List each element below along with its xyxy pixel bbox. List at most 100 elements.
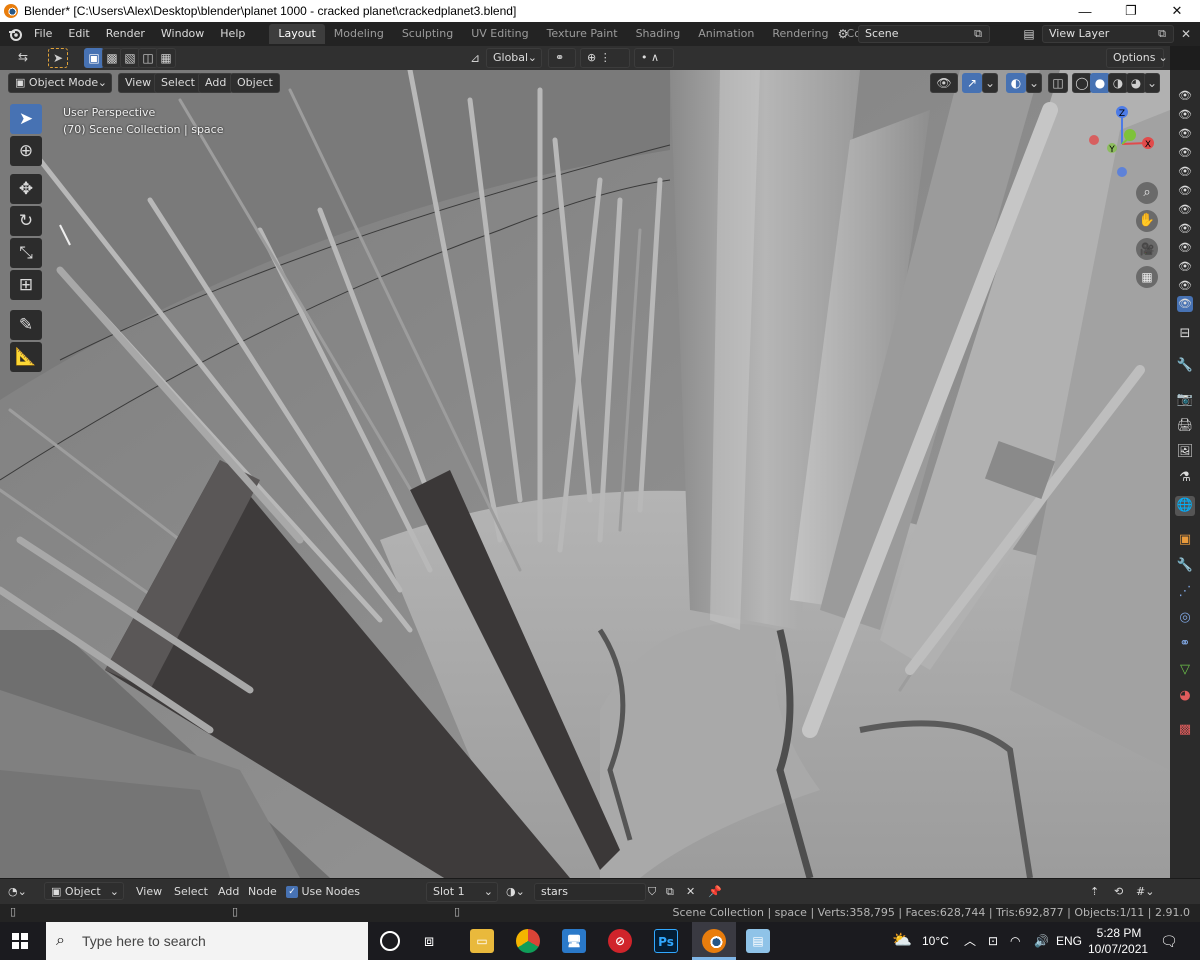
minimize-button[interactable]: — xyxy=(1062,0,1108,22)
shader-type-dropdown[interactable]: ▣ Object ⌄ xyxy=(44,882,124,900)
proportional-editing-dropdown[interactable]: • ∧ xyxy=(634,48,674,68)
shader-menu-add[interactable]: Add xyxy=(218,883,239,901)
tray-overflow-icon[interactable]: ︿ xyxy=(964,922,976,960)
shader-menu-select[interactable]: Select xyxy=(174,883,208,901)
rotate-tool-icon[interactable]: ↻ xyxy=(10,206,42,236)
scene-type-icon[interactable]: ⚙ xyxy=(830,25,856,43)
pin-icon[interactable]: 📌 xyxy=(708,883,722,901)
move-tool-icon[interactable]: ✥ xyxy=(10,174,42,204)
checkbox-checked-icon[interactable]: ✓ xyxy=(286,886,298,898)
notes-icon[interactable]: ▤ xyxy=(746,929,770,953)
view-layer-properties-icon[interactable]: 🖼 xyxy=(1175,442,1195,462)
tab-texture-paint[interactable]: Texture Paint xyxy=(538,24,627,44)
select-mode-new-icon[interactable]: ▣ xyxy=(84,48,104,68)
unlink-material-icon[interactable]: ✕ xyxy=(686,883,695,901)
snap-toggle-icon[interactable]: ⟲ xyxy=(1114,883,1123,901)
menu-window[interactable]: Window xyxy=(153,22,212,46)
cursor-tool-icon[interactable]: ⊕ xyxy=(10,136,42,166)
snap-dropdown[interactable]: ⊕ ⋮ xyxy=(580,48,630,68)
viewport-menu-add[interactable]: Add xyxy=(198,73,234,93)
tool-type-icon[interactable]: ⇆ xyxy=(8,48,38,68)
camera-view-icon[interactable]: 🎥 xyxy=(1136,238,1158,260)
world-material-icon[interactable]: ◑⌄ xyxy=(506,883,525,901)
file-explorer-icon[interactable]: ▭ xyxy=(470,929,494,953)
notifications-icon[interactable]: 🗨 xyxy=(1160,922,1178,960)
chrome-icon[interactable] xyxy=(516,929,540,953)
select-mode-extend-icon[interactable]: ▩ xyxy=(102,48,122,68)
select-tool-icon[interactable]: ➤ xyxy=(10,104,42,134)
parent-node-tree-icon[interactable]: ⇡ xyxy=(1090,883,1099,901)
weather-icon[interactable]: ⛅ xyxy=(892,922,912,960)
data-properties-icon[interactable]: ▽ xyxy=(1175,660,1195,680)
taskbar-search-input[interactable]: ⌕ Type here to search xyxy=(46,922,368,960)
object-mode-dropdown[interactable]: ▣ Object Mode ⌄ xyxy=(8,73,112,93)
menu-edit[interactable]: Edit xyxy=(60,22,97,46)
visibility-filter-icon[interactable]: 👁 xyxy=(930,73,958,93)
tab-layout[interactable]: Layout xyxy=(269,24,325,44)
menu-render[interactable]: Render xyxy=(98,22,153,46)
clock-date[interactable]: 10/07/2021 xyxy=(1088,941,1148,957)
annotate-tool-icon[interactable]: ✎ xyxy=(10,310,42,340)
transform-tool-icon[interactable]: ⊞ xyxy=(10,270,42,300)
chevron-down-icon[interactable]: ⌄ xyxy=(1144,73,1160,93)
material-slot-dropdown[interactable]: Slot 1 ⌄ xyxy=(426,882,498,902)
pivot-point-dropdown[interactable]: ⚭ xyxy=(548,48,576,68)
chevron-down-icon[interactable]: ⌄ xyxy=(1026,73,1042,93)
windows-start-icon[interactable] xyxy=(12,933,28,949)
properties-toggle-icon[interactable]: ⊟ xyxy=(1175,324,1195,344)
viewport-menu-select[interactable]: Select xyxy=(154,73,202,93)
copy-scene-icon[interactable]: ⧉ xyxy=(970,26,986,42)
navigation-gizmo[interactable]: Z X Y xyxy=(1078,100,1168,190)
measure-tool-icon[interactable]: 📐 xyxy=(10,342,42,372)
xray-toggle-icon[interactable]: ◫ xyxy=(1048,73,1068,93)
scale-tool-icon[interactable]: ⤡ xyxy=(10,238,42,268)
physics-properties-icon[interactable]: ◎ xyxy=(1175,608,1195,628)
material-properties-icon[interactable]: ◕ xyxy=(1175,686,1195,706)
editor-type-icon[interactable]: ◔⌄ xyxy=(8,883,38,901)
zoom-icon[interactable]: ⌕ xyxy=(1136,182,1158,204)
network-icon[interactable]: ⊡ xyxy=(988,922,998,960)
visibility-eye-icon[interactable]: 👁 xyxy=(1177,259,1193,275)
visibility-eye-icon[interactable]: 👁 xyxy=(1177,164,1193,180)
tab-animation[interactable]: Animation xyxy=(689,24,763,44)
use-nodes-toggle[interactable]: ✓ Use Nodes xyxy=(286,883,360,901)
volume-icon[interactable]: 🔊 xyxy=(1034,922,1049,960)
language-indicator[interactable]: ENG xyxy=(1056,922,1082,960)
transform-orientation-dropdown[interactable]: Global ⌄ xyxy=(486,48,542,68)
blender-menu-icon[interactable] xyxy=(4,22,26,46)
menu-file[interactable]: File xyxy=(26,22,60,46)
visibility-eye-icon[interactable]: 👁 xyxy=(1177,88,1193,104)
object-properties-icon[interactable]: ▣ xyxy=(1175,530,1195,550)
tab-rendering[interactable]: Rendering xyxy=(763,24,837,44)
scene-properties-icon[interactable]: ⚗ xyxy=(1175,468,1195,488)
antivirus-icon[interactable]: ⊘ xyxy=(608,929,632,953)
output-properties-icon[interactable]: 🖨 xyxy=(1175,416,1195,436)
visibility-eye-icon[interactable]: 👁 xyxy=(1177,107,1193,123)
visibility-eye-icon[interactable]: 👁 xyxy=(1177,296,1193,312)
menu-help[interactable]: Help xyxy=(212,22,253,46)
wireframe-shading-icon[interactable]: ◯ xyxy=(1072,73,1092,93)
tab-uv-editing[interactable]: UV Editing xyxy=(462,24,537,44)
shader-menu-node[interactable]: Node xyxy=(248,883,277,901)
blender-taskbar-active[interactable] xyxy=(692,922,736,960)
options-dropdown[interactable]: Options ⌄ xyxy=(1106,48,1168,68)
remove-view-layer-icon[interactable]: ✕ xyxy=(1178,26,1194,42)
overlay-toggle-icon[interactable]: ◐ xyxy=(1006,73,1026,93)
gizmo-toggle-icon[interactable]: ↗ xyxy=(962,73,982,93)
cortana-icon[interactable] xyxy=(380,931,400,951)
select-mode-intersect-icon[interactable]: ▦ xyxy=(156,48,176,68)
shader-menu-view[interactable]: View xyxy=(136,883,162,901)
tab-sculpting[interactable]: Sculpting xyxy=(393,24,462,44)
rendered-shading-icon[interactable]: ◕ xyxy=(1126,73,1146,93)
copy-view-layer-icon[interactable]: ⧉ xyxy=(1154,26,1170,42)
tool-properties-icon[interactable]: 🔧 xyxy=(1175,356,1195,376)
texture-properties-icon[interactable]: ▩ xyxy=(1175,720,1195,740)
duplicate-material-icon[interactable]: ⧉ xyxy=(666,883,674,901)
tab-shading[interactable]: Shading xyxy=(627,24,690,44)
snap-target-icon[interactable]: #⌄ xyxy=(1136,883,1154,901)
remote-desktop-icon[interactable]: 🖥 xyxy=(562,929,586,953)
viewport-menu-view[interactable]: View xyxy=(118,73,159,93)
clock-time[interactable]: 5:28 PM xyxy=(1092,925,1146,941)
material-shading-icon[interactable]: ◑ xyxy=(1108,73,1128,93)
material-name-field[interactable]: stars xyxy=(534,883,646,901)
